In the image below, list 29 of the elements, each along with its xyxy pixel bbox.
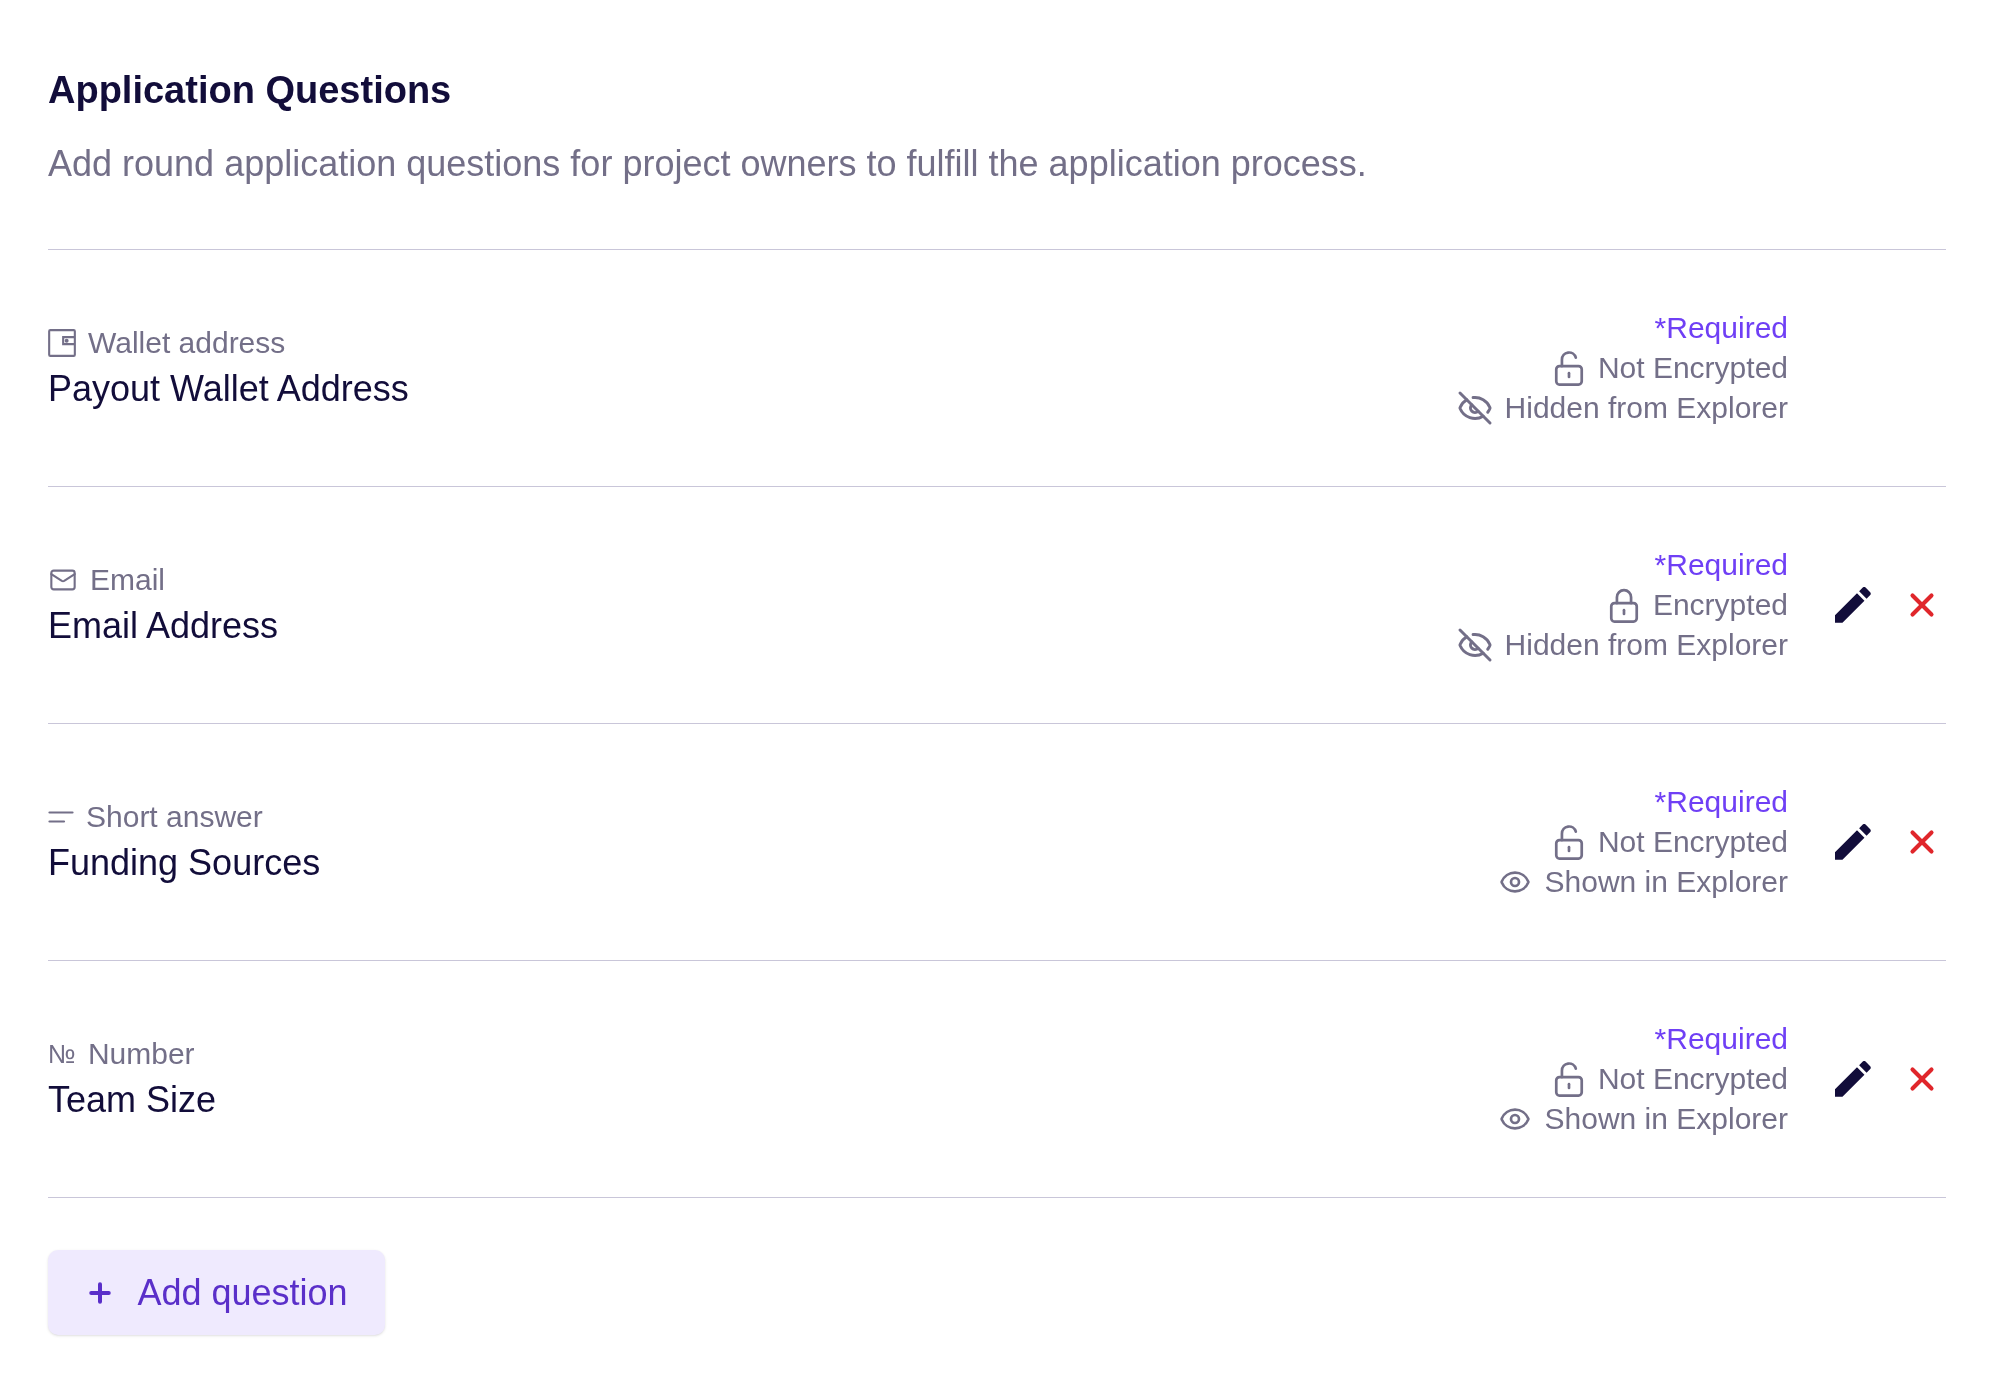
pencil-icon (1835, 1061, 1871, 1097)
required-label: *Required (1654, 310, 1788, 346)
question-type-label: Email (90, 562, 165, 598)
encryption-status: Encrypted (1652, 587, 1788, 623)
encryption-status: Not Encrypted (1597, 824, 1788, 860)
short-text-icon (48, 811, 74, 823)
numero-icon: № (48, 1039, 76, 1069)
wallet-icon (48, 329, 76, 357)
question-type-label: Wallet address (88, 325, 286, 361)
question-type-label: Short answer (86, 799, 263, 835)
question-type-label: Number (87, 1036, 195, 1072)
question-title: Funding Sources (48, 841, 321, 885)
question-title: Payout Wallet Address (48, 367, 409, 411)
visibility-status: Shown in Explorer (1544, 1101, 1788, 1137)
add-question-button[interactable]: Add question (48, 1250, 385, 1335)
required-label: *Required (1654, 547, 1788, 583)
pencil-icon (1835, 587, 1871, 623)
section-title: Application Questions (48, 68, 453, 113)
required-label: *Required (1654, 1021, 1788, 1057)
visibility-status: Hidden from Explorer (1504, 390, 1788, 426)
visibility-status: Hidden from Explorer (1504, 627, 1788, 663)
section-description: Add round application questions for project owners to fulfill the application process. (48, 142, 1368, 186)
question-title: Team Size (48, 1078, 217, 1122)
question-title: Email Address (48, 604, 279, 648)
required-label: *Required (1654, 784, 1788, 820)
encryption-status: Not Encrypted (1597, 1061, 1788, 1097)
encryption-status: Not Encrypted (1597, 350, 1788, 386)
visibility-status: Shown in Explorer (1544, 864, 1788, 900)
pencil-icon (1835, 824, 1871, 860)
